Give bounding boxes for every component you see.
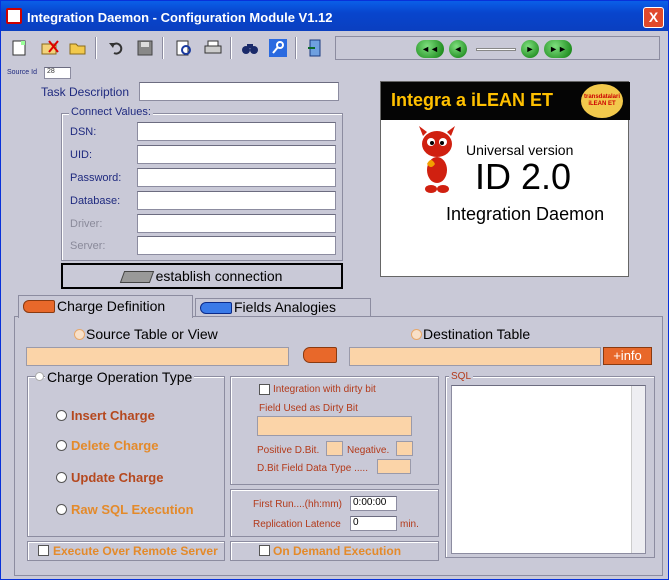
dsn-label: DSN: [70, 126, 97, 138]
app-icon [6, 8, 22, 24]
dbit-type-label: D.Bit Field Data Type ..... [257, 463, 368, 474]
insert-charge-label: Insert Charge [71, 408, 155, 423]
task-description-field[interactable] [139, 82, 339, 101]
devil-mascot-icon [419, 126, 455, 193]
toolbar-separator [230, 37, 232, 59]
dsn-field[interactable] [137, 122, 336, 141]
task-description-label: Task Description [41, 85, 130, 99]
logo-integration-daemon: Integration Daemon [446, 204, 605, 224]
charge-operation-title: Charge Operation Type [45, 369, 195, 385]
server-field[interactable] [137, 236, 336, 255]
establish-connection-button[interactable]: establish connection [61, 263, 343, 289]
exit-icon[interactable] [304, 37, 326, 59]
replication-latence-label: Replication Latence [253, 519, 341, 530]
first-run-field[interactable]: 0:00:00 [350, 496, 397, 511]
source-table-radio[interactable] [74, 329, 85, 340]
dirty-field-input[interactable] [257, 416, 412, 436]
on-demand-label: On Demand Execution [273, 544, 402, 558]
plug-icon [119, 271, 154, 284]
source-table-label: Source Table or View [86, 326, 218, 342]
database-field[interactable] [137, 191, 336, 210]
uid-label: UID: [70, 149, 92, 161]
charge-operation-radio[interactable] [35, 372, 44, 381]
positive-dbit-field[interactable] [326, 441, 343, 456]
logo-banner-text: Integra a iLEAN ET [391, 90, 554, 110]
database-label: Database: [70, 195, 121, 207]
dirty-bit-checkbox[interactable] [259, 384, 270, 395]
logo-id-version: ID 2.0 [475, 156, 572, 197]
tab-charge-definition[interactable]: Charge Definition [18, 295, 193, 318]
negative-dbit-field[interactable] [396, 441, 413, 456]
delete-charge-radio[interactable] [56, 440, 67, 451]
find-icon[interactable] [239, 37, 261, 59]
last-record-button[interactable]: ►► [544, 40, 572, 58]
driver-field[interactable] [137, 214, 336, 233]
toolbar-separator [162, 37, 164, 59]
record-slider[interactable] [476, 48, 516, 51]
on-demand-checkbox[interactable] [259, 545, 270, 556]
sql-textarea[interactable] [451, 385, 646, 554]
remote-server-checkbox[interactable] [38, 545, 49, 556]
source-id-label: Source Id [7, 69, 37, 76]
next-record-button[interactable]: ► [521, 40, 539, 58]
source-table-field[interactable] [26, 347, 289, 366]
charge-tab-arrow-icon [23, 300, 55, 313]
save-icon[interactable] [134, 37, 156, 59]
sql-scrollbar[interactable] [631, 386, 645, 553]
update-charge-label: Update Charge [71, 470, 164, 485]
tab-fields-analogies-label: Fields Analogies [234, 299, 336, 315]
password-label: Password: [70, 172, 122, 184]
update-charge-radio[interactable] [56, 472, 67, 483]
uid-field[interactable] [137, 145, 336, 164]
remote-server-label: Execute Over Remote Server [53, 544, 218, 558]
destination-table-radio[interactable] [411, 329, 422, 340]
toolbar-separator [295, 37, 297, 59]
tab-fields-analogies[interactable]: Fields Analogies [195, 298, 371, 317]
tab-charge-definition-label: Charge Definition [57, 298, 166, 314]
new-icon[interactable] [8, 37, 30, 59]
negative-dbit-label: Negative. [347, 445, 390, 456]
logo-badge: transdatalari iLEAN ET [581, 84, 623, 118]
title-bar: Integration Daemon - Configuration Modul… [1, 1, 668, 31]
source-id-field[interactable]: 28 [44, 67, 71, 79]
connect-values-title: Connect Values: [69, 106, 153, 118]
positive-dbit-label: Positive D.Bit. [257, 445, 320, 456]
print-icon[interactable] [202, 37, 224, 59]
fields-tab-arrow-icon [200, 302, 232, 314]
establish-connection-label: establish connection [155, 268, 283, 284]
product-logo: Integra a iLEAN ET transdatalari iLEAN E… [380, 81, 630, 277]
delete-charge-label: Delete Charge [71, 438, 159, 453]
destination-table-label: Destination Table [423, 326, 531, 342]
dirty-bit-label: Integration with dirty bit [273, 384, 376, 395]
key-icon[interactable] [267, 37, 289, 59]
logo-banner: Integra a iLEAN ET transdatalari iLEAN E… [381, 82, 630, 120]
destination-table-field[interactable] [349, 347, 601, 366]
preview-icon[interactable] [173, 37, 195, 59]
raw-sql-label: Raw SQL Execution [71, 502, 194, 517]
insert-charge-radio[interactable] [56, 410, 67, 421]
undo-icon[interactable] [105, 37, 127, 59]
sql-label: SQL [449, 371, 474, 382]
window-title: Integration Daemon - Configuration Modul… [27, 10, 333, 25]
close-button[interactable]: X [643, 7, 664, 28]
driver-label: Driver: [70, 218, 103, 230]
main-window: Integration Daemon - Configuration Modul… [0, 0, 669, 580]
delete-icon[interactable] [39, 37, 61, 59]
first-run-label: First Run....(hh:mm) [253, 499, 342, 510]
record-navigator: ◄◄ ◄ ► ►► [335, 36, 660, 60]
password-field[interactable] [137, 168, 336, 187]
dbit-type-field[interactable] [377, 459, 411, 474]
transfer-arrow-button[interactable] [303, 347, 337, 363]
latence-unit-label: min. [400, 519, 419, 530]
prev-record-button[interactable]: ◄ [449, 40, 467, 58]
info-button[interactable]: +info [603, 347, 652, 365]
first-record-button[interactable]: ◄◄ [416, 40, 444, 58]
replication-latence-field[interactable]: 0 [350, 516, 397, 531]
server-label: Server: [70, 240, 106, 252]
toolbar-separator [95, 37, 97, 59]
open-icon[interactable] [67, 37, 89, 59]
dirty-field-label: Field Used as Dirty Bit [259, 403, 358, 414]
raw-sql-radio[interactable] [56, 504, 67, 515]
